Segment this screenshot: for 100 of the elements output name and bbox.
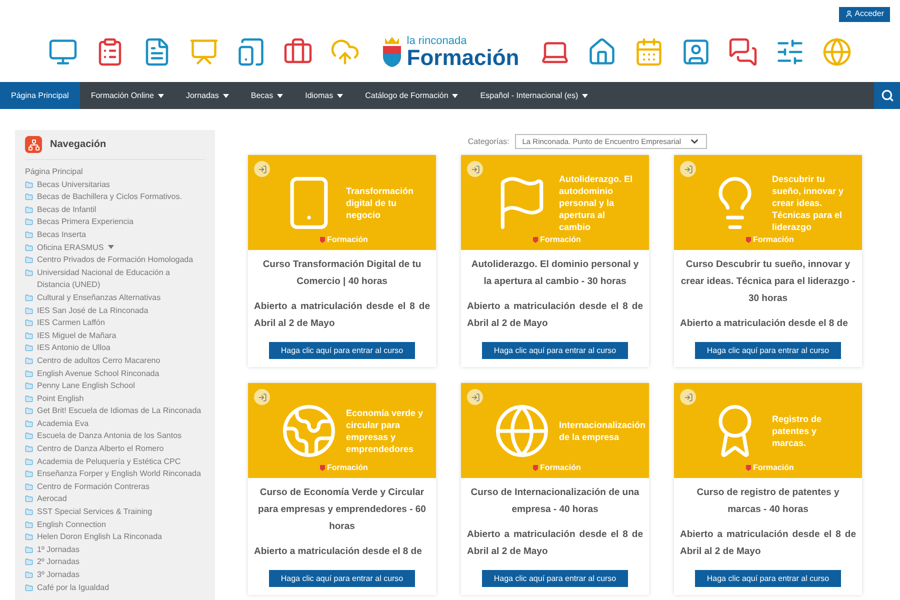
navigation-link[interactable]: Centro Privados de Formación Homologada	[37, 254, 194, 267]
navigation-link[interactable]: IES Miguel de Mañara	[37, 330, 116, 342]
navigation-link[interactable]: Becas Universitarias	[37, 178, 110, 192]
enter-course-button[interactable]: Haga clic aquí para entrar al curso	[268, 342, 416, 359]
user-icon	[844, 10, 853, 18]
cloud-icon[interactable]	[330, 37, 360, 67]
navigation-link[interactable]: Universidad Nacional de Educación a Distancia (UNED)	[37, 266, 205, 292]
banner-brand: Formación	[533, 462, 581, 474]
navigation-link[interactable]: IES Antonio de Ulloa	[37, 342, 110, 355]
navigation-link[interactable]: Centro de adultos Cerro Macareno	[37, 354, 160, 368]
chat-icon[interactable]	[728, 37, 758, 67]
navigation-link[interactable]: Academia de Peluquería y Estética CPC	[37, 456, 181, 468]
sliders-icon[interactable]	[775, 37, 806, 67]
navigation-link[interactable]: Becas de Bachillera y Ciclos Formativos.	[37, 191, 182, 204]
navigation-link[interactable]: Becas de Infantil	[37, 204, 96, 216]
navigation-link[interactable]: 2º Jornadas	[37, 556, 80, 569]
folder-icon	[25, 470, 33, 478]
navigation-link[interactable]: IES San José de La Rinconada	[37, 304, 148, 318]
folder-icon	[25, 382, 33, 390]
navigation-link[interactable]: Cultural y Enseñanzas Alternativas	[37, 292, 161, 305]
navigation-link[interactable]: Escuela de Danza Antonia de los Santos	[37, 430, 182, 444]
navigation-link[interactable]: 1º Jornadas	[37, 544, 80, 556]
folder-icon	[25, 319, 33, 328]
navigation-link[interactable]: Get Brit! Escuela de Idiomas de La Rinconada	[37, 405, 202, 418]
banner-title: Transformación digital de tu negocio	[346, 184, 415, 220]
enter-course-button[interactable]: Haga clic aquí para entrar al curso	[694, 570, 842, 587]
navigation-link[interactable]: Centro de Danza Alberto el Romero	[37, 443, 164, 456]
shield-icon	[746, 237, 751, 243]
navigation-link[interactable]: Penny Lane English School	[37, 380, 135, 393]
navigation-link[interactable]: IES Carmen Laffón	[37, 317, 105, 330]
folder-icon	[25, 558, 33, 566]
nav-item[interactable]: Jornadas	[174, 82, 240, 109]
shield-icon	[746, 465, 751, 471]
presentation-icon[interactable]	[188, 37, 219, 67]
shield-icon	[320, 237, 325, 243]
house-icon[interactable]	[587, 37, 618, 67]
monitor-icon[interactable]	[48, 37, 78, 67]
user-card-icon[interactable]	[681, 37, 712, 67]
course-description: Abierto a matriculación desde el 8 de Abril al 2 de Mayo	[467, 528, 643, 559]
navigation-link[interactable]: Aerocad	[37, 493, 67, 506]
enter-course-button[interactable]: Haga clic aquí para entrar al curso	[482, 342, 628, 359]
navigation-link[interactable]: Becas Inserta	[37, 228, 86, 242]
arrow-icon	[684, 392, 692, 402]
calendar-icon[interactable]	[634, 37, 664, 67]
course-title: Autoliderazgo. El dominio personal y la apertura al cambio - 30 horas	[470, 258, 640, 289]
navigation-link[interactable]: SST Special Services & Training	[37, 506, 152, 519]
nav-item[interactable]: Página Principal	[0, 82, 80, 109]
enter-course-button[interactable]: Haga clic aquí para entrar al curso	[482, 570, 628, 587]
nav-item[interactable]: Catálogo de Formación	[354, 82, 470, 109]
folder-icon	[25, 294, 33, 302]
enter-course-button[interactable]: Haga clic aquí para entrar al curso	[268, 570, 416, 587]
login-button[interactable]: Acceder	[838, 6, 890, 22]
navigation-link[interactable]: Enseñanza Forper y English World Rinconada	[37, 468, 201, 481]
navigation-link[interactable]: Oficina ERASMUS	[37, 242, 114, 254]
arrow-icon	[470, 164, 480, 174]
logo-title: Formación	[406, 46, 520, 68]
folder-icon	[25, 268, 33, 277]
banner-title: Descubrir tu sueño, innovar y crear ideas. Técnicas para el liderazgo	[772, 172, 845, 232]
nav-item[interactable]: Becas	[240, 82, 294, 109]
navigation-link[interactable]: Academia Eva	[37, 418, 89, 430]
folder-icon	[25, 332, 33, 340]
navigation-link[interactable]: Point English	[37, 392, 84, 406]
folder-icon	[25, 206, 33, 214]
logo-subtitle: la rinconada	[406, 36, 468, 46]
shield-icon	[533, 465, 538, 471]
folder-icon	[25, 193, 33, 202]
shield-icon	[320, 465, 325, 471]
navigation-link[interactable]: Becas Primera Experiencia	[37, 216, 134, 229]
search-button[interactable]	[874, 82, 900, 109]
banner-title: Economía verde y circular para empresas y emprendedores	[346, 406, 424, 454]
course-description: Abierto a matriculación desde el 8 de Abril al 2 de Mayo	[254, 300, 430, 331]
navigation-link[interactable]: Centro de Formación Contreras	[37, 480, 150, 494]
enter-course-button[interactable]: Haga clic aquí para entrar al curso	[694, 342, 842, 359]
banner-title: Internacionalización de la empresa	[559, 418, 646, 442]
folder-icon	[25, 356, 33, 365]
folder-icon	[25, 584, 33, 592]
search-icon	[880, 89, 894, 102]
navigation-link[interactable]: English Connection	[37, 518, 106, 532]
folder-icon	[25, 508, 33, 516]
folder-icon	[25, 432, 33, 440]
folder-icon	[25, 180, 33, 189]
folder-icon	[25, 344, 33, 352]
navigation-link[interactable]: 3º Jornadas	[37, 569, 80, 582]
nav-item[interactable]: Formación Online	[80, 82, 175, 109]
folder-icon	[25, 370, 33, 378]
course-title: Curso Descubrir tu sueño, innovar y crear ideas. Técnica para el liderazgo - 30 horas	[680, 258, 856, 306]
navigation-link[interactable]: Café por la Igualdad	[37, 582, 110, 594]
course-description: Abierto a matriculación desde el 8 de Abril al 2 de Mayo	[467, 300, 643, 331]
folder-icon	[25, 546, 33, 554]
nav-item[interactable]: Español - Internacional (es)	[469, 82, 600, 109]
globe-icon[interactable]	[822, 37, 852, 67]
navigation-link[interactable]: English Avenue School Rinconada	[37, 368, 160, 380]
navigation-link[interactable]: Página Principal	[25, 166, 83, 179]
course-title: Curso de Economía Verde y Circular para empresas y emprendedores - 60 horas	[257, 486, 427, 534]
tablet-icon[interactable]	[236, 37, 266, 67]
nav-item[interactable]: Idiomas	[294, 82, 354, 109]
course-title: Curso de registro de patentes y marcas - 40 horas	[696, 486, 840, 517]
navigation-link[interactable]: Helen Doron English La Rinconada	[37, 531, 162, 544]
arrow-icon	[258, 164, 266, 174]
course-description: Abierto a matriculación desde el 8 de Abril al 2 de Mayo	[680, 528, 856, 559]
